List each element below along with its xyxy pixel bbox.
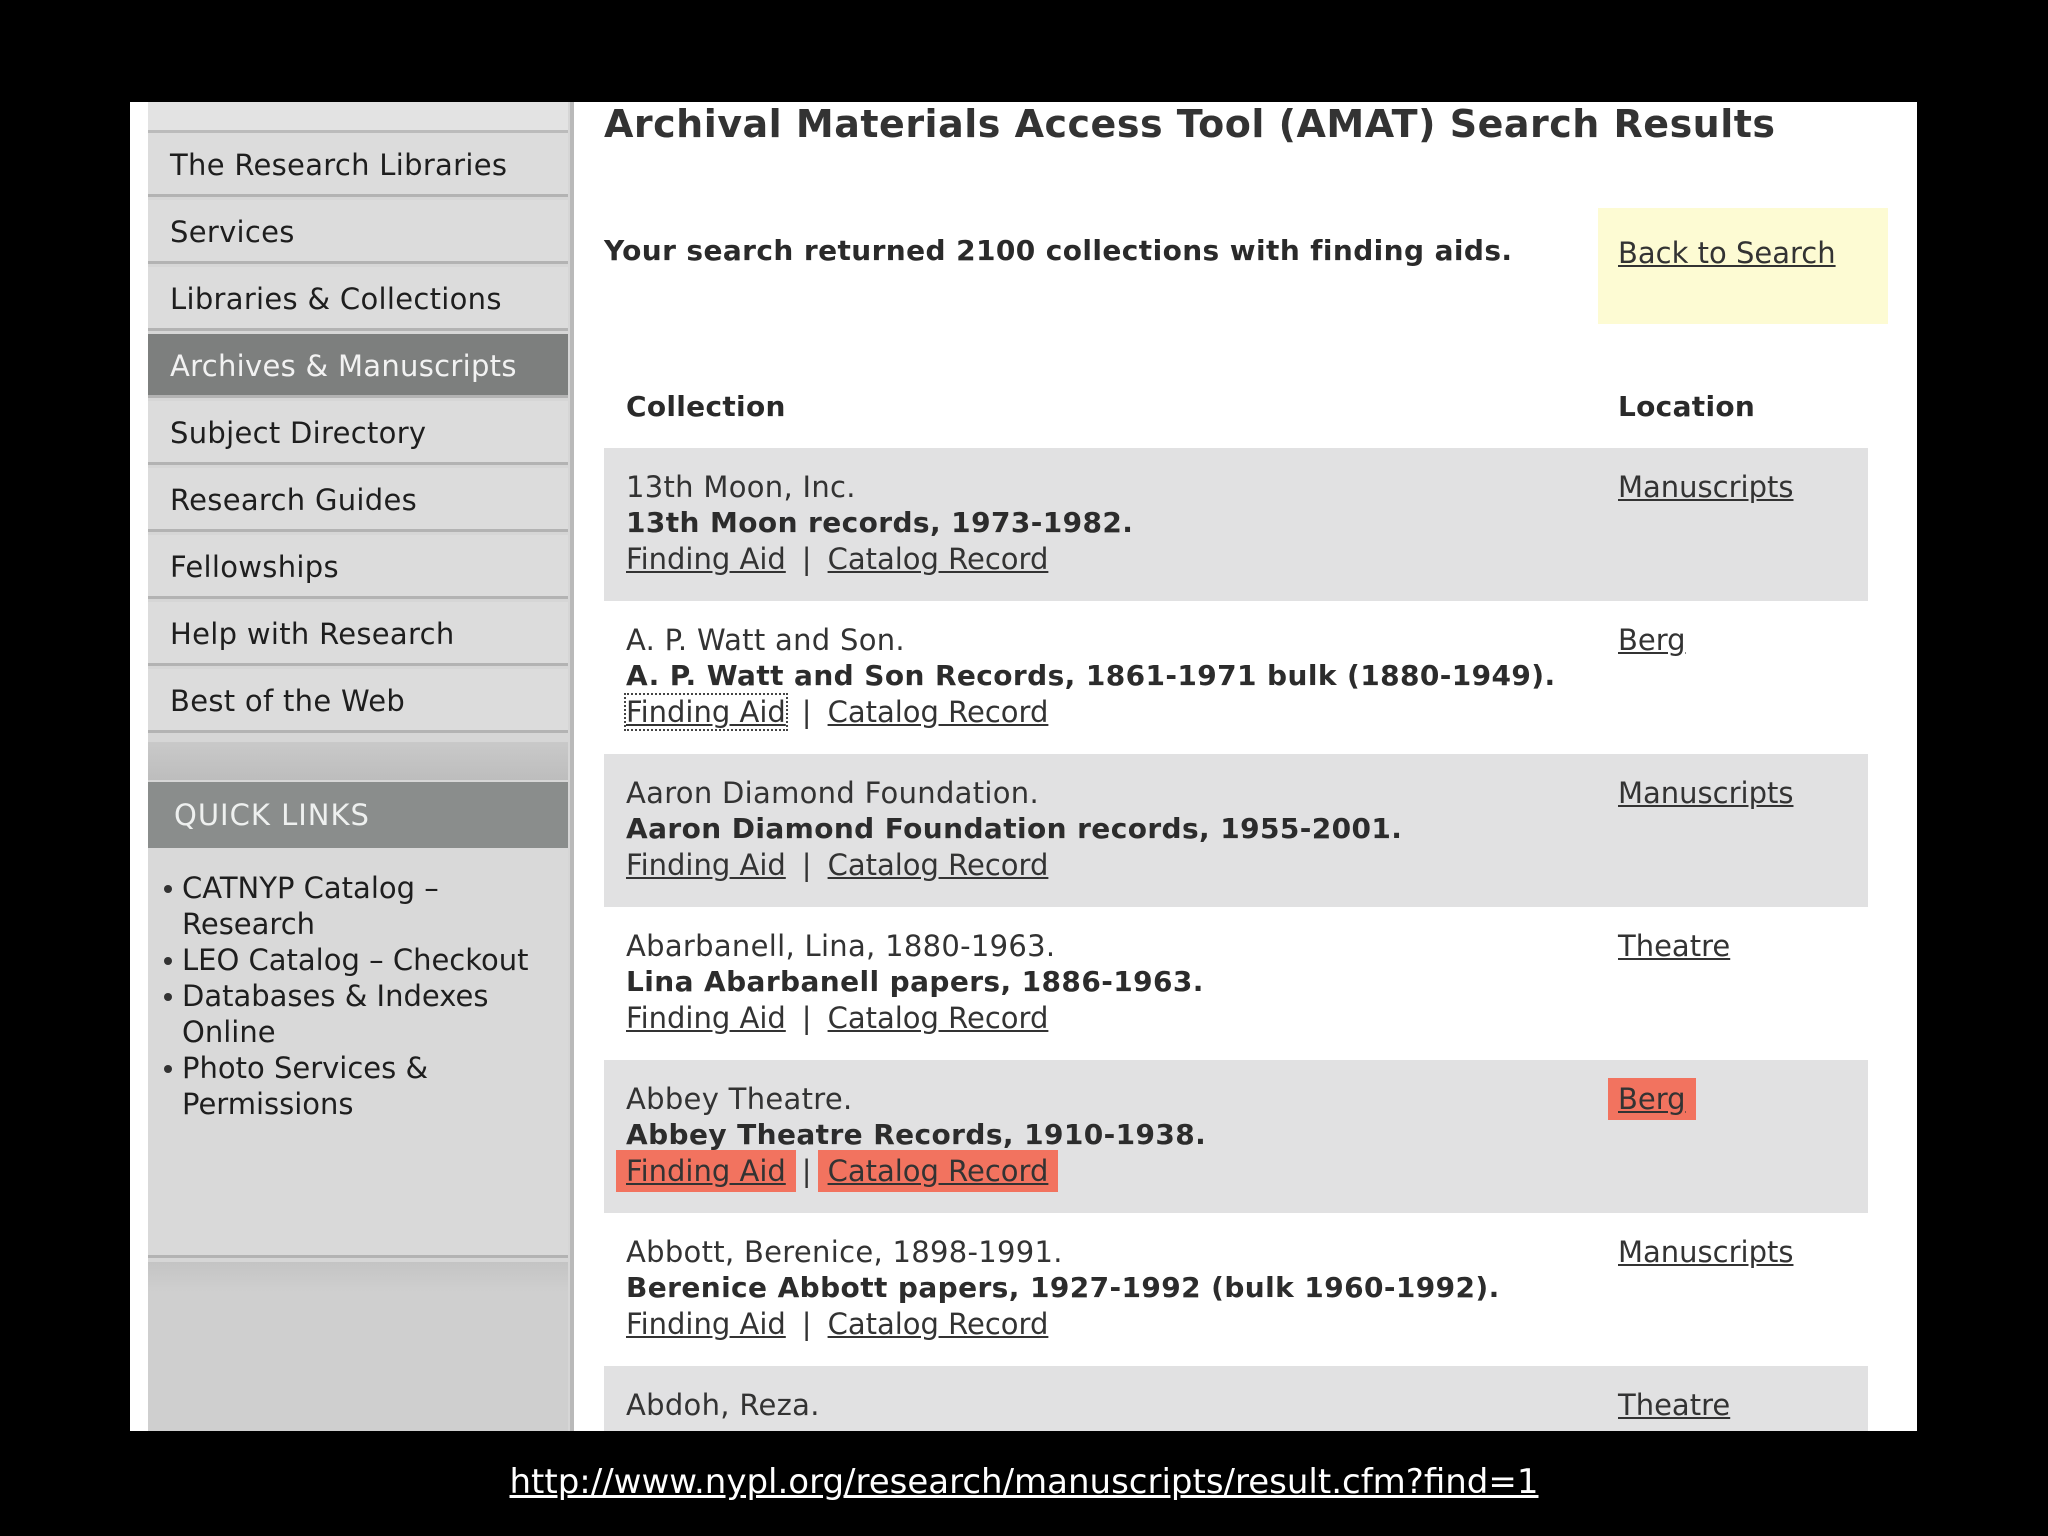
result-row: Aaron Diamond Foundation. Aaron Diamond … [604, 754, 1868, 907]
column-header-collection: Collection [626, 390, 786, 423]
row-title: Abbey Theatre Records, 1910-1938. [626, 1118, 1207, 1151]
link-separator: | [801, 542, 812, 576]
result-row-highlighted: Abbey Theatre. Abbey Theatre Records, 19… [604, 1060, 1868, 1213]
catalog-record-link[interactable]: Catalog Record [828, 695, 1049, 729]
link-separator: | [801, 695, 812, 729]
quick-links-heading: QUICK LINKS [148, 782, 568, 848]
nav-item-best-of-web[interactable]: Best of the Web [148, 669, 568, 733]
caption-url: http://www.nypl.org/research/manuscripts… [509, 1462, 1539, 1502]
row-title: 13th Moon records, 1973-1982. [626, 506, 1134, 539]
quick-link-databases[interactable]: Databases & Indexes Online [162, 978, 568, 1050]
row-links: Finding Aid | Catalog Record [626, 1307, 1048, 1341]
row-links: Finding Aid | Catalog Record [626, 542, 1048, 576]
main-content: Archival Materials Access Tool (AMAT) Se… [574, 102, 1917, 1431]
link-separator: | [801, 848, 812, 882]
quick-links-list: CATNYP Catalog – Research LEO Catalog – … [148, 848, 568, 1258]
location-link[interactable]: Theatre [1618, 929, 1730, 963]
row-title: Berenice Abbott papers, 1927-1992 (bulk … [626, 1271, 1500, 1304]
row-creator: Abbey Theatre. [626, 1082, 853, 1116]
nav-item-subject-directory[interactable]: Subject Directory [148, 401, 568, 465]
sidebar-left-margin [130, 102, 148, 1431]
location-link[interactable]: Berg [1608, 1078, 1696, 1120]
sidebar: The Research Libraries Services Librarie… [130, 102, 574, 1431]
location-link[interactable]: Berg [1618, 623, 1686, 657]
link-separator: | [801, 1307, 812, 1341]
quick-link-photo-line2: Permissions [182, 1087, 354, 1121]
catalog-record-link[interactable]: Catalog Record [828, 1307, 1049, 1341]
result-row: Abbott, Berenice, 1898-1991. Berenice Ab… [604, 1213, 1868, 1366]
nav-item-libraries-collections[interactable]: Libraries & Collections [148, 267, 568, 331]
row-title: Aaron Diamond Foundation records, 1955-2… [626, 812, 1403, 845]
nav-item-research-libraries[interactable]: The Research Libraries [148, 133, 568, 197]
quick-link-leo-line1: LEO Catalog – Checkout [182, 943, 529, 977]
quick-link-databases-line1: Databases & Indexes [182, 979, 489, 1013]
catalog-record-link[interactable]: Catalog Record [828, 542, 1049, 576]
quick-link-catnyp-line1: CATNYP Catalog – [182, 871, 439, 905]
result-row: A. P. Watt and Son. A. P. Watt and Son R… [604, 601, 1868, 754]
nav-item-help-with-research[interactable]: Help with Research [148, 602, 568, 666]
sidebar-separator [148, 742, 568, 780]
quick-link-catnyp-line2: Research [182, 907, 316, 941]
location-link[interactable]: Manuscripts [1618, 470, 1793, 504]
row-links: Finding Aid | Catalog Record [624, 693, 1049, 731]
sidebar-lower-panel [148, 1262, 568, 1431]
catalog-record-link[interactable]: Catalog Record [828, 1001, 1049, 1035]
location-link[interactable]: Theatre [1618, 1388, 1730, 1422]
back-to-search-link[interactable]: Back to Search [1618, 236, 1836, 270]
row-links: Finding Aid | Catalog Record [626, 1001, 1048, 1035]
finding-aid-link[interactable]: Finding Aid [616, 1150, 796, 1192]
finding-aid-link[interactable]: Finding Aid [626, 1001, 786, 1035]
result-count-text: Your search returned 2100 collections wi… [604, 234, 1513, 267]
back-to-search-box: Back to Search [1598, 208, 1888, 324]
row-creator: Abdoh, Reza. [626, 1388, 820, 1422]
quick-link-photo-line1: Photo Services & [182, 1051, 429, 1085]
row-title: Lina Abarbanell papers, 1886-1963. [626, 965, 1204, 998]
row-links: Finding Aid | Catalog Record [616, 1150, 1059, 1192]
finding-aid-link[interactable]: Finding Aid [626, 848, 786, 882]
location-link[interactable]: Manuscripts [1618, 1235, 1793, 1269]
column-header-location: Location [1618, 390, 1756, 423]
nav-item-archives-manuscripts[interactable]: Archives & Manuscripts [148, 334, 568, 398]
quick-link-leo[interactable]: LEO Catalog – Checkout [162, 942, 568, 978]
finding-aid-link[interactable]: Finding Aid [624, 693, 788, 731]
catalog-record-link[interactable]: Catalog Record [828, 848, 1049, 882]
nav-item-services[interactable]: Services [148, 200, 568, 264]
link-separator: | [801, 1001, 812, 1035]
result-row: Abdoh, Reza. Theatre [604, 1366, 1868, 1431]
location-link[interactable]: Manuscripts [1618, 776, 1793, 810]
quick-link-photo-services[interactable]: Photo Services & Permissions [162, 1050, 568, 1122]
nav-item-research-guides[interactable]: Research Guides [148, 468, 568, 532]
row-title: A. P. Watt and Son Records, 1861-1971 bu… [626, 659, 1556, 692]
row-creator: Abbott, Berenice, 1898-1991. [626, 1235, 1063, 1269]
row-creator: A. P. Watt and Son. [626, 623, 905, 657]
quick-link-databases-line2: Online [182, 1015, 276, 1049]
row-creator: Aaron Diamond Foundation. [626, 776, 1039, 810]
browser-viewport: The Research Libraries Services Librarie… [130, 102, 1917, 1431]
page-title: Archival Materials Access Tool (AMAT) Se… [604, 102, 1776, 146]
sidebar-top-cap [148, 102, 568, 133]
result-row: 13th Moon, Inc. 13th Moon records, 1973-… [604, 448, 1868, 601]
row-links: Finding Aid | Catalog Record [626, 848, 1048, 882]
result-row: Abarbanell, Lina, 1880-1963. Lina Abarba… [604, 907, 1868, 1060]
row-creator: 13th Moon, Inc. [626, 470, 856, 504]
catalog-record-link[interactable]: Catalog Record [817, 1150, 1059, 1192]
link-separator: | [801, 1154, 812, 1188]
finding-aid-link[interactable]: Finding Aid [626, 1307, 786, 1341]
nav-item-fellowships[interactable]: Fellowships [148, 535, 568, 599]
finding-aid-link[interactable]: Finding Aid [626, 542, 786, 576]
quick-link-catnyp[interactable]: CATNYP Catalog – Research [162, 870, 568, 942]
row-creator: Abarbanell, Lina, 1880-1963. [626, 929, 1056, 963]
